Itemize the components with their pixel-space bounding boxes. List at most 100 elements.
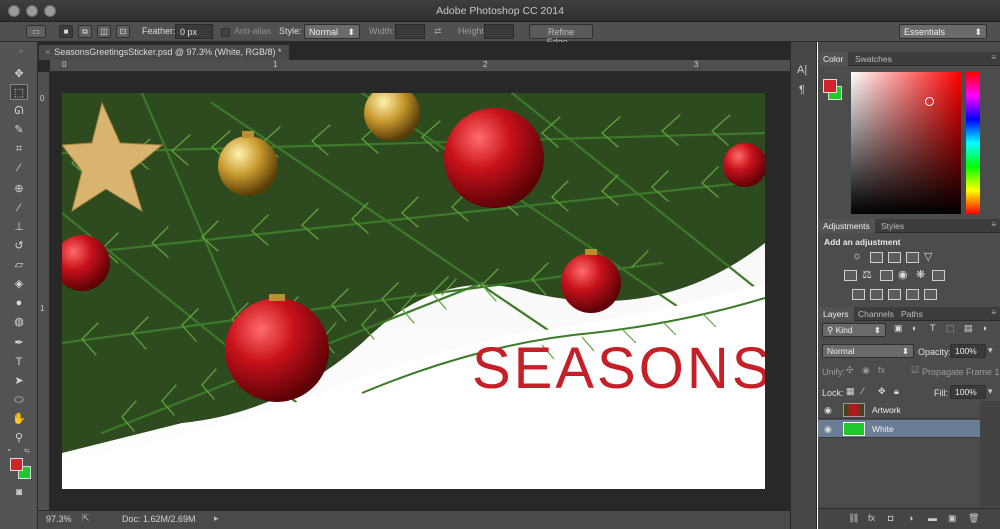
visibility-eye-icon[interactable]: ◉: [824, 424, 832, 435]
color-lookup-icon[interactable]: [932, 270, 945, 281]
lasso-tool-icon[interactable]: ᘏ: [10, 103, 28, 119]
filter-toggle-icon[interactable]: ◖: [982, 323, 987, 333]
filter-shape-icon[interactable]: ⬚: [946, 323, 955, 334]
visibility-eye-icon[interactable]: ◉: [824, 405, 832, 416]
rectangular-marquee-tool-icon[interactable]: ⬚: [10, 84, 28, 100]
zoom-window-button[interactable]: [44, 5, 56, 17]
photo-filter-icon[interactable]: ◉: [898, 268, 908, 281]
spot-healing-tool-icon[interactable]: ⊕: [10, 181, 28, 197]
marquee-preset-picker[interactable]: ▭: [26, 25, 46, 38]
invert-icon[interactable]: [852, 289, 865, 300]
layer-name[interactable]: White: [872, 424, 894, 434]
history-brush-tool-icon[interactable]: ↺: [10, 238, 28, 254]
layer-row-artwork[interactable]: ◉ Artwork: [818, 401, 980, 419]
style-select[interactable]: Normal ⬍: [304, 24, 360, 39]
new-adjustment-layer-icon[interactable]: ◑: [908, 513, 913, 523]
zoom-tool-icon[interactable]: ⚲: [10, 430, 28, 446]
opacity-input[interactable]: 100%: [950, 344, 986, 358]
swap-colors-icon[interactable]: ⇆: [24, 447, 30, 455]
tab-styles[interactable]: Styles: [876, 219, 909, 233]
subtract-from-selection-icon[interactable]: ◫: [97, 25, 111, 38]
levels-icon[interactable]: [870, 252, 883, 263]
filter-pixel-icon[interactable]: ▣: [894, 323, 903, 334]
filter-adjustment-icon[interactable]: ◐: [912, 323, 917, 333]
tab-color[interactable]: Color: [818, 52, 849, 66]
selective-color-icon[interactable]: [906, 289, 919, 300]
tab-paths[interactable]: Paths: [896, 307, 928, 321]
zoom-level[interactable]: 97.3%: [46, 514, 72, 524]
color-field[interactable]: [851, 72, 961, 214]
add-layer-mask-icon[interactable]: ◘: [888, 513, 893, 523]
crop-tool-icon[interactable]: ⌗: [10, 141, 28, 157]
layers-scrollbar[interactable]: [980, 401, 1000, 507]
black-white-icon[interactable]: [880, 270, 893, 281]
vertical-ruler[interactable]: 0 1: [38, 72, 50, 510]
layer-name[interactable]: Artwork: [872, 405, 901, 415]
unify-style-icon[interactable]: fx: [878, 365, 885, 375]
new-selection-icon[interactable]: ■: [59, 25, 73, 38]
width-input[interactable]: [395, 24, 425, 39]
intersect-selection-icon[interactable]: ⊡: [116, 25, 130, 38]
brightness-contrast-icon[interactable]: ☼: [852, 250, 862, 262]
exposure-icon[interactable]: [906, 252, 919, 263]
document-tab[interactable]: × SeasonsGreetingsSticker.psd @ 97.3% (Wh…: [38, 44, 290, 60]
close-window-button[interactable]: [8, 5, 20, 17]
eyedropper-tool-icon[interactable]: ⁄: [10, 160, 28, 176]
panel-menu-icon[interactable]: ≡: [991, 53, 996, 62]
blur-tool-icon[interactable]: ●: [10, 295, 28, 311]
collapse-toolbar-icon[interactable]: »: [12, 44, 30, 60]
lock-image-icon[interactable]: ⁄: [862, 386, 864, 396]
new-layer-icon[interactable]: ▣: [948, 513, 957, 524]
move-tool-icon[interactable]: ✥: [10, 66, 28, 82]
opacity-arrow-icon[interactable]: ▾: [988, 345, 993, 356]
quick-mask-icon[interactable]: ◙: [10, 485, 28, 501]
character-panel-icon[interactable]: A|: [797, 64, 807, 76]
anti-alias-checkbox[interactable]: [221, 28, 230, 37]
lock-all-icon[interactable]: 🔒︎: [894, 386, 899, 397]
lock-transparent-icon[interactable]: ▦: [846, 386, 855, 397]
clone-stamp-tool-icon[interactable]: ⊥: [10, 219, 28, 235]
brush-tool-icon[interactable]: ⁄: [10, 200, 28, 216]
delete-layer-icon[interactable]: 🗑︎: [968, 513, 979, 524]
unify-position-icon[interactable]: ✣: [846, 365, 854, 376]
tab-adjustments[interactable]: Adjustments: [818, 219, 875, 233]
tab-channels[interactable]: Channels: [853, 307, 899, 321]
workspace-select[interactable]: Essentials ⬍: [899, 24, 987, 39]
tab-layers[interactable]: Layers: [818, 307, 854, 321]
default-colors-icon[interactable]: ▪: [8, 447, 10, 454]
dodge-tool-icon[interactable]: ◍: [10, 314, 28, 330]
gradient-map-icon[interactable]: [924, 289, 937, 300]
fill-input[interactable]: 100%: [950, 385, 986, 399]
unify-visibility-icon[interactable]: ◉: [862, 365, 870, 376]
path-selection-tool-icon[interactable]: ➤: [10, 373, 28, 389]
new-group-icon[interactable]: ▬: [928, 513, 937, 523]
foreground-color-swatch[interactable]: [823, 79, 837, 93]
link-layers-icon[interactable]: ⛓: [848, 513, 859, 524]
panel-menu-icon[interactable]: ≡: [991, 308, 996, 317]
add-layer-style-icon[interactable]: fx: [868, 513, 875, 523]
vibrance-icon[interactable]: ▽: [924, 250, 932, 263]
posterize-icon[interactable]: [870, 289, 883, 300]
paragraph-panel-icon[interactable]: ¶: [799, 84, 805, 96]
lock-position-icon[interactable]: ✥: [878, 386, 886, 397]
hue-slider[interactable]: [966, 72, 980, 214]
layer-row-white[interactable]: ◉ White: [818, 420, 980, 438]
panel-menu-icon[interactable]: ≡: [991, 220, 996, 229]
swap-width-height-icon[interactable]: ⇄: [434, 26, 442, 37]
add-to-selection-icon[interactable]: ⧉: [78, 25, 92, 38]
filter-smart-object-icon[interactable]: ▤: [964, 323, 973, 334]
refine-edge-button[interactable]: Refine Edge...: [529, 24, 593, 47]
status-menu-arrow-icon[interactable]: ▸: [214, 513, 219, 524]
close-tab-icon[interactable]: ×: [45, 47, 50, 57]
filter-type-icon[interactable]: T: [930, 323, 936, 333]
horizontal-ruler[interactable]: 0 1 2 3: [50, 60, 790, 72]
propagate-checkbox[interactable]: ☑: [911, 365, 919, 376]
hand-tool-icon[interactable]: ✋: [10, 411, 28, 427]
foreground-color-swatch[interactable]: [10, 458, 23, 471]
pen-tool-icon[interactable]: ✒: [10, 335, 28, 351]
minimize-window-button[interactable]: [26, 5, 38, 17]
fill-arrow-icon[interactable]: ▾: [988, 386, 993, 397]
tab-swatches[interactable]: Swatches: [850, 52, 897, 66]
eraser-tool-icon[interactable]: ▱: [10, 257, 28, 273]
hue-saturation-icon[interactable]: [844, 270, 857, 281]
